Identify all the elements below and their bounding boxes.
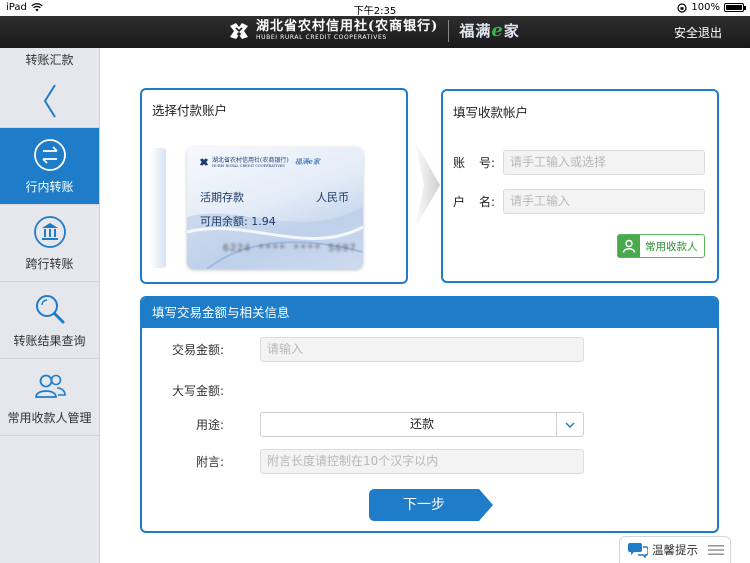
- card-balance-label: 可用余额:: [200, 215, 248, 228]
- amount-upper-label: 大写金额:: [171, 384, 224, 398]
- favorite-payees-button[interactable]: 常用收款人: [617, 234, 705, 258]
- payee-account-label-a: 账: [453, 156, 466, 170]
- payee-account-input[interactable]: 请手工输入或选择: [503, 150, 705, 175]
- payee-panel-title: 填写收款帐户: [453, 105, 529, 120]
- sidebar-item-label: 跨行转账: [25, 256, 74, 271]
- transfer-arrows-icon: [33, 138, 66, 171]
- payer-panel-title: 选择付款账户: [152, 103, 228, 118]
- transaction-details-panel: 填写交易金额与相关信息 交易金额: 请输入 大写金额: 用途: 还款 附言: 附…: [140, 296, 719, 533]
- card-balance: 可用余额: 1.94: [200, 213, 276, 229]
- note-label: 附言:: [195, 455, 224, 469]
- payee-account-label-b: 号:: [478, 156, 495, 170]
- sub-brand-e: e: [491, 20, 504, 41]
- brand-name-cn: 湖北省农村信用社(农商银行): [256, 19, 439, 34]
- sub-brand: 福满e家: [459, 20, 519, 41]
- bank-logo-icon: [230, 22, 248, 39]
- brand-name-en: HUBEI RURAL CREDIT COOPERATIVES: [256, 34, 387, 41]
- sidebar-item-payee-management[interactable]: 常用收款人管理: [0, 359, 99, 436]
- card-bank-name: 湖北省农村信用社(农商银行): [212, 157, 289, 164]
- next-step-button[interactable]: 下一步: [369, 489, 493, 521]
- card-bank-name-block: 湖北省农村信用社(农商银行) HUBEI RURAL CREDIT COOPER…: [212, 155, 289, 168]
- tips-button[interactable]: 温馨提示: [619, 536, 731, 563]
- logout-button[interactable]: 安全退出: [674, 24, 722, 41]
- payer-account-panel: 选择付款账户 湖北省农村信用社(农商银行) HUBEI RURAL CREDIT…: [140, 88, 408, 284]
- sidebar-item-transfer-query[interactable]: 转账结果查询: [0, 282, 99, 359]
- sidebar-item-label: 常用收款人管理: [7, 410, 92, 425]
- arrow-right-icon: [414, 140, 440, 230]
- bank-building-icon: [33, 215, 66, 248]
- details-title: 填写交易金额与相关信息: [142, 298, 717, 328]
- next-step-label: 下一步: [403, 497, 445, 513]
- app-header: 湖北省农村信用社(农商银行) HUBEI RURAL CREDIT COOPER…: [0, 16, 750, 48]
- back-button[interactable]: [0, 74, 99, 128]
- card-balance-value: 1.94: [251, 215, 276, 228]
- purpose-label: 用途:: [195, 418, 224, 432]
- sidebar-item-label: 行内转账: [25, 179, 74, 194]
- search-icon: [35, 294, 64, 323]
- sidebar-item-interbank-transfer[interactable]: 跨行转账: [0, 205, 99, 282]
- amount-label: 交易金额:: [171, 343, 224, 357]
- sub-brand-a: 福满: [459, 22, 492, 40]
- battery-percent: 100%: [691, 2, 720, 13]
- payee-name-input[interactable]: 请手工输入: [503, 189, 705, 214]
- payee-name-label-a: 户: [453, 195, 466, 209]
- chevron-down-icon[interactable]: [556, 413, 583, 436]
- payee-name-label: 户 名:: [453, 193, 503, 210]
- payee-name-label-b: 名:: [478, 195, 495, 209]
- favorite-payees-label: 常用收款人: [645, 240, 698, 253]
- sidebar: 转账汇款 行内转账 跨行转账 转账结果查询 常用收款人管理: [0, 48, 100, 563]
- card-account-type: 活期存款: [200, 191, 244, 204]
- chevron-left-icon: [43, 83, 56, 118]
- status-bar: iPad 下午2:35 100%: [0, 0, 750, 17]
- sub-brand-b: 家: [503, 22, 520, 40]
- brand: 湖北省农村信用社(农商银行) HUBEI RURAL CREDIT COOPER…: [228, 19, 520, 42]
- payer-bank-card[interactable]: 湖北省农村信用社(农商银行) HUBEI RURAL CREDIT COOPER…: [187, 147, 363, 269]
- amount-row: 交易金额: 请输入: [142, 337, 584, 362]
- amount-input[interactable]: 请输入: [260, 337, 584, 362]
- card-header: 湖北省农村信用社(农商银行) HUBEI RURAL CREDIT COOPER…: [199, 155, 320, 168]
- note-row: 附言: 附言长度请控制在10个汉字以内: [142, 449, 584, 474]
- previous-card-stub[interactable]: [150, 148, 166, 268]
- sidebar-title: 转账汇款: [25, 53, 74, 67]
- purpose-value: 还款: [409, 417, 434, 431]
- payee-account-panel: 填写收款帐户 账 号: 请手工输入或选择 户 名: 请手工输入 常用收款人: [441, 89, 719, 283]
- payee-account-row: 账 号: 请手工输入或选择: [453, 150, 705, 175]
- card-bank-logo-icon: [199, 157, 209, 166]
- purpose-row: 用途: 还款: [142, 412, 584, 437]
- brand-divider: [448, 19, 450, 42]
- card-currency: 人民币: [316, 191, 349, 204]
- battery-icon: [724, 3, 746, 12]
- card-bank-name-en: HUBEI RURAL CREDIT COOPERATIVES: [212, 164, 285, 168]
- payee-account-label: 账 号:: [453, 154, 503, 171]
- status-right: 100%: [677, 2, 746, 13]
- contacts-icon: [34, 374, 66, 398]
- status-time: 下午2:35: [353, 6, 397, 17]
- note-input[interactable]: 附言长度请控制在10个汉字以内: [260, 449, 584, 474]
- purpose-select[interactable]: 还款: [260, 412, 584, 437]
- menu-lines-icon: [708, 545, 724, 555]
- amount-upper-row: 大写金额:: [142, 382, 260, 399]
- tips-label: 温馨提示: [652, 543, 698, 557]
- rotation-lock-icon: [677, 2, 688, 13]
- brand-text: 湖北省农村信用社(农商银行) HUBEI RURAL CREDIT COOPER…: [256, 19, 438, 42]
- sidebar-item-label: 转账结果查询: [13, 333, 86, 348]
- chat-bubble-icon: [628, 543, 648, 558]
- card-number-masked: 6224 **** **** 5697: [223, 243, 357, 254]
- person-icon: [618, 235, 640, 257]
- sidebar-item-intrabank-transfer[interactable]: 行内转账: [0, 128, 99, 205]
- payee-name-row: 户 名: 请手工输入: [453, 189, 705, 214]
- card-brand: 福满e家: [294, 157, 320, 166]
